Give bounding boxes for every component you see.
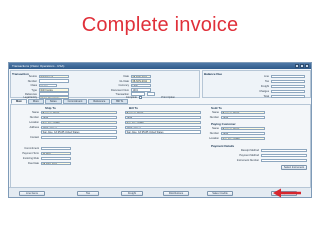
sold-to-number-label: Number [209,116,219,119]
receipt-method-field[interactable] [261,148,307,153]
sold-to-heading: Sold To [211,106,222,110]
contact-label: Contact [30,136,39,139]
paying-customer-name-field[interactable]: Business World [221,126,265,131]
number-label: Number [27,79,37,83]
payment-term-field[interactable]: 30 NET [41,151,71,156]
paying-customer-number-label: Number [209,132,219,135]
due-date-field[interactable]: 08-DEC-2011 [41,161,71,166]
tab-strip: Main More Notes Commitment Reference Bil… [11,99,129,104]
ship-to-location-label: Location [29,121,39,124]
line-field [271,74,305,79]
ship-to-city-field: San Jose, CA 95135 United States [41,130,117,134]
freight-button[interactable]: Freight [121,191,143,196]
payment-method-field[interactable] [261,153,307,158]
transactions-window: Transactions (Vision Operations - USA) T… [8,62,312,198]
tax-field [271,79,305,84]
bill-to-city-field: San Jose, CA 95135 United States [125,130,201,134]
ship-to-heading: Ship To [45,106,56,110]
payment-details-heading: Payment Details [211,144,235,148]
action-button-bar: Line Items Tax Freight Distributions Sal… [9,187,311,197]
freight-label: Freight [260,85,269,88]
ship-to-address-field: 2297 x Street [41,125,117,130]
ship-to-number-field[interactable]: 1608 [41,115,117,120]
ship-to-number-label: Number [29,116,39,119]
bill-to-address-field: 2297 x Street [125,125,201,130]
charges-label: Charges [259,90,269,93]
window-titlebar: Transactions (Vision Operations - USA) [9,63,311,69]
payment-term-label: Payment Term [22,152,39,155]
tax-label: Tax [264,80,269,83]
invoicing-rule-field[interactable] [41,156,71,161]
type-label: Type [31,88,37,92]
tax-button[interactable]: Tax [77,191,99,196]
total-label: Total [263,95,269,98]
print-option-label: Print Option [161,96,175,99]
transaction-section: Transaction Source Roll Manual Number Cl… [10,70,200,100]
currency-label: Currency [118,84,129,87]
receipt-method-label: Receipt Method [240,149,259,152]
bill-to-name-field[interactable]: Business World [125,110,201,115]
main-tab-panel: Ship To Bill To Name Business World Busi… [10,104,311,188]
balance-due-section: Balance Due Line Tax Freight Charges Tot… [202,70,311,99]
bill-to-heading: Bill To [129,106,138,110]
balance-due-heading: Balance Due [204,71,223,76]
payment-method-label: Payment Method [239,154,259,157]
date-field[interactable]: 08-NOV-2011 [131,74,151,79]
window-title: Transactions (Vision Operations - USA) [12,64,65,68]
red-arrow-icon [273,188,301,198]
invoicing-rule-label: Invoicing Rule [22,157,39,160]
currency-field[interactable]: USD [131,83,151,88]
class-label: Class [30,84,38,87]
select-instrument-button[interactable]: Select Instrument [281,165,307,170]
number-field[interactable] [39,79,69,83]
tab-main[interactable]: Main [11,99,27,104]
paying-customer-location-label: Location [209,137,219,140]
paying-customer-location-field[interactable]: San Jose (OPS) [221,136,265,141]
ship-to-location-field[interactable]: San Jose (OPS) [41,120,117,125]
ship-to-address-label: Address [29,126,39,129]
sales-credits-button[interactable]: Sales Credits [207,191,233,196]
window-controls [295,64,309,68]
slide-title: Complete invoice [81,14,239,36]
date-label: Date [123,75,129,78]
complete-checkbox[interactable] [139,95,142,99]
paying-customer-name-label: Name [212,127,219,130]
maximize-icon[interactable] [300,64,304,68]
due-date-label: Due Date [28,162,39,165]
tab-reference[interactable]: Reference [88,99,111,104]
sold-to-name-label: Name [212,111,219,114]
instrument-number-field[interactable] [261,158,307,163]
paying-customer-number-field[interactable]: 1608 [221,131,265,136]
bill-to-location-field[interactable]: San Jose (OPS) [125,120,201,125]
source-label: Source [28,75,37,78]
sold-to-name-field[interactable]: Business World [221,110,265,115]
paying-customer-heading: Paying Customer [211,122,236,126]
contact-field[interactable] [41,135,117,140]
charges-field [271,89,305,94]
close-icon[interactable] [305,64,309,68]
tab-commitment[interactable]: Commitment [62,99,88,104]
line-items-button[interactable]: Line Items [19,191,45,196]
distributions-button[interactable]: Distributions [163,191,189,196]
ship-to-name-field[interactable]: Business World [41,110,117,115]
tab-bill-to[interactable]: Bill To [111,99,129,104]
total-field [271,94,305,99]
gl-date-label: GL Date [119,79,129,83]
minimize-icon[interactable] [295,64,299,68]
freight-field [271,84,305,89]
class-select[interactable]: Invoice [39,83,57,88]
ship-to-name-label: Name [32,111,39,114]
tab-notes[interactable]: Notes [44,99,62,104]
instrument-number-label: Instrument Number [236,159,259,162]
gl-date-field[interactable]: 08-NOV-2011 [131,79,151,83]
commitment-label: Commitment [24,147,39,150]
document-num-label: Document Num [110,88,129,92]
tab-more[interactable]: More [27,99,44,104]
commitment-field[interactable] [41,146,71,151]
line-label: Line [264,75,269,78]
source-field[interactable]: Roll Manual [39,74,69,79]
bill-to-number-field[interactable]: 1608 [125,115,201,120]
sold-to-number-field[interactable]: 1608 [221,115,265,120]
